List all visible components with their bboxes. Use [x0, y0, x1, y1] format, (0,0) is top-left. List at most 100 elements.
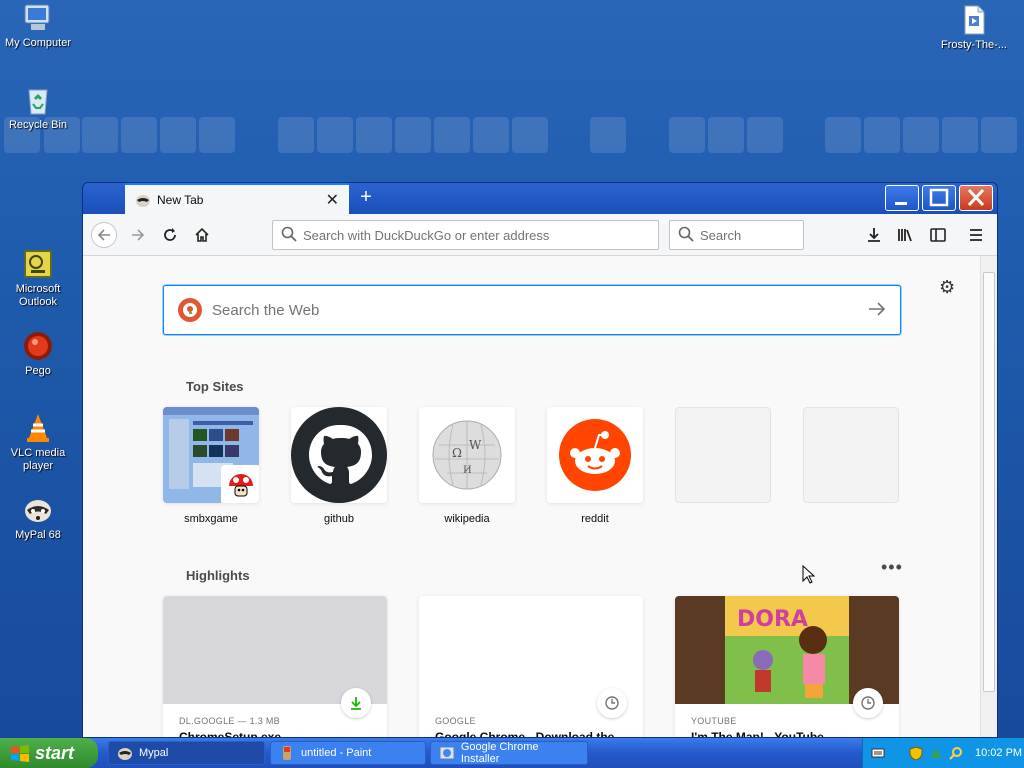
- card-source: GOOGLE: [435, 716, 476, 726]
- paint-icon: [283, 746, 291, 760]
- site-label: reddit: [581, 513, 609, 525]
- vlc-cone-icon: [22, 412, 54, 444]
- web-search-box[interactable]: Search the Web: [163, 285, 901, 335]
- windows-logo-icon: [11, 745, 29, 762]
- search-icon: [281, 226, 297, 245]
- svg-text:Ω: Ω: [452, 446, 462, 460]
- taskbar-item-paint[interactable]: untitled - Paint: [270, 741, 426, 765]
- site-thumbnail: [291, 407, 387, 503]
- desktop-icon-recycle-bin[interactable]: Recycle Bin: [0, 84, 76, 132]
- duckduckgo-icon: [178, 298, 202, 322]
- download-icon: [341, 688, 371, 718]
- top-site-wikipedia[interactable]: ΩW И wikipedia: [419, 407, 515, 525]
- svg-text:И: И: [463, 465, 472, 476]
- desktop-icon-outlook[interactable]: Microsoft Outlook: [0, 248, 76, 309]
- taskbar-item-label: Mypal: [139, 747, 169, 759]
- keyboard-icon: [871, 748, 885, 758]
- highlight-card[interactable]: DL.GOOGLE — 1.3 MB ChromeSetup.exe: [163, 596, 387, 738]
- maximize-button[interactable]: [922, 185, 956, 211]
- taskbar-item-label: untitled - Paint: [301, 747, 372, 759]
- address-bar[interactable]: Search with DuckDuckGo or enter address: [272, 220, 659, 250]
- raccoon-icon: [22, 494, 54, 526]
- site-label: github: [324, 513, 354, 525]
- desktop-wallpaper-tiles: [0, 117, 1024, 155]
- new-tab-button[interactable]: +: [355, 187, 377, 209]
- computer-icon: [22, 2, 54, 34]
- pego-icon: [22, 330, 54, 362]
- tab-new-tab[interactable]: New Tab ✕: [125, 183, 349, 214]
- security-shield-icon: [909, 746, 923, 760]
- title-bar[interactable]: New Tab ✕ +: [83, 183, 997, 214]
- raccoon-icon: [135, 192, 151, 208]
- highlight-card[interactable]: GOOGLE Google Chrome - Download the: [419, 596, 643, 737]
- page-scrollbar[interactable]: [980, 256, 997, 737]
- mushroom-icon: [221, 465, 259, 503]
- desktop-icon-mypal[interactable]: MyPal 68: [0, 494, 76, 542]
- svg-text:W: W: [469, 438, 482, 452]
- card-title: ChromeSetup.exe: [179, 730, 282, 738]
- top-site-empty[interactable]: [803, 407, 899, 513]
- tab-title: New Tab: [157, 192, 204, 207]
- desktop-icon-pego[interactable]: Pego: [0, 330, 76, 378]
- search-icon: [678, 226, 694, 245]
- library-button[interactable]: [893, 222, 919, 248]
- card-source: YOUTUBE: [691, 716, 737, 726]
- site-thumbnail: [675, 407, 771, 503]
- search-bar[interactable]: Search: [669, 220, 804, 250]
- top-sites-heading: Top Sites: [186, 379, 244, 394]
- desktop-icon-my-computer[interactable]: My Computer: [0, 2, 76, 50]
- forward-button[interactable]: [125, 222, 151, 248]
- card-source: DL.GOOGLE — 1.3 MB: [179, 716, 280, 726]
- sidebar-toggle-button[interactable]: [925, 222, 951, 248]
- history-clock-icon: [853, 688, 883, 718]
- highlight-card[interactable]: DORA YOUTUBE I'm The Map! - YouTube: [675, 596, 899, 738]
- taskbar-item-mypal[interactable]: Mypal: [108, 741, 265, 765]
- scrollbar-thumb[interactable]: [983, 272, 995, 692]
- installer-icon: [439, 746, 455, 760]
- desktop-icon-label: Recycle Bin: [8, 119, 68, 131]
- more-options-icon[interactable]: •••: [881, 558, 903, 576]
- site-thumbnail: ΩW И: [419, 407, 515, 503]
- outlook-icon: [22, 248, 54, 280]
- gear-icon[interactable]: ⚙: [939, 278, 957, 296]
- minimize-button[interactable]: [885, 185, 919, 211]
- browser-window: New Tab ✕ + Search with DuckDuckGo or en…: [82, 182, 998, 738]
- start-label: start: [35, 742, 75, 763]
- wikipedia-globe-icon: ΩW И: [432, 420, 502, 490]
- desktop-icon-label: Microsoft Outlook: [15, 283, 61, 308]
- card-title: I'm The Map! - YouTube: [691, 730, 824, 738]
- arrow-right-icon[interactable]: [868, 301, 886, 319]
- new-tab-page: ⚙ Search the Web Top Sites smbxgame gith…: [83, 256, 980, 738]
- desktop-icon-label: My Computer: [4, 37, 72, 49]
- taskbar-item-chrome-installer[interactable]: Google Chrome Installer: [430, 741, 588, 765]
- site-label: smbxgame: [184, 513, 238, 525]
- desktop-icon-label: MyPal 68: [15, 529, 61, 541]
- search-icon: [949, 747, 962, 760]
- desktop-icon-vlc[interactable]: VLC media player: [0, 412, 76, 473]
- home-button[interactable]: [189, 222, 215, 248]
- menu-button[interactable]: [963, 222, 989, 248]
- top-site-reddit[interactable]: reddit: [547, 407, 643, 525]
- top-site-empty[interactable]: [675, 407, 771, 513]
- reload-button[interactable]: [157, 222, 183, 248]
- start-button[interactable]: start: [0, 738, 98, 768]
- system-tray: 10:02 PM: [862, 738, 1024, 768]
- media-file-icon: [958, 4, 990, 36]
- desktop-icon-frosty[interactable]: Frosty-The-...: [936, 4, 1012, 52]
- desktop-icon-label: Frosty-The-...: [940, 39, 1007, 51]
- web-search-placeholder: Search the Web: [212, 301, 320, 319]
- downloads-button[interactable]: [861, 222, 887, 248]
- desktop-icon-label: Pego: [25, 365, 51, 377]
- taskbar-item-label: Google Chrome Installer: [460, 741, 539, 765]
- top-site-smbxgame[interactable]: smbxgame: [163, 407, 259, 525]
- search-bar-placeholder: Search: [700, 227, 742, 243]
- recycle-bin-icon: [22, 84, 54, 116]
- close-window-button[interactable]: [959, 185, 993, 211]
- history-clock-icon: [597, 688, 627, 718]
- back-button[interactable]: [91, 222, 117, 248]
- site-thumbnail: [803, 407, 899, 503]
- top-site-github[interactable]: github: [291, 407, 387, 525]
- tab-close-icon[interactable]: ✕: [326, 190, 339, 210]
- nav-toolbar: Search with DuckDuckGo or enter address …: [83, 214, 997, 256]
- github-icon: [291, 407, 387, 503]
